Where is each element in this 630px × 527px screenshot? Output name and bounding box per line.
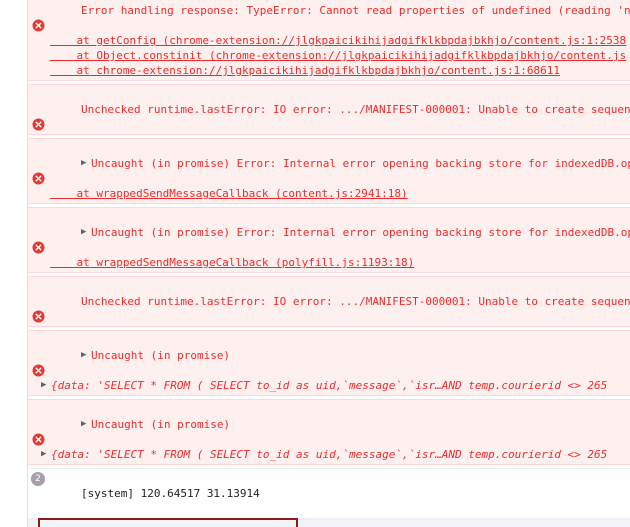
console-message-header: 2 [system] 120.64517 31.13914 (28, 471, 630, 516)
console-message-text: Uncaught (in promise) (90, 418, 231, 431)
console-message-error[interactable]: Error handling response: TypeError: Cann… (28, 0, 630, 81)
console-stack-line: at wrappedSendMessageCallback (content.j… (28, 186, 630, 201)
console-message-text: Error handling response: TypeError: Cann… (80, 4, 630, 17)
console-message-log[interactable]: [system] Wan1Chat 已关闭! (28, 519, 630, 527)
error-circle-icon (32, 334, 45, 377)
console-message-error[interactable]: Unchecked runtime.lastError: IO error: .… (28, 84, 630, 135)
console-message-header: ▶ Uncaught (in promise) Error: Internal e… (28, 210, 630, 255)
error-circle-icon (32, 211, 45, 254)
console-message-text: Unchecked runtime.lastError: IO error: .… (80, 295, 630, 308)
console-message-header: ▶ Uncaught (in promise) Error: Internal e… (28, 141, 630, 186)
console-message-header: Unchecked runtime.lastError: IO error: .… (28, 87, 630, 132)
error-circle-icon (32, 280, 45, 323)
console-stack-line: at chrome-extension://jlgkpaicikihijadgi… (28, 63, 630, 78)
console-stack-link[interactable]: at getConfig (chrome-extension://jlgkpai… (50, 34, 626, 47)
console-stack-line: at wrappedSendMessageCallback (polyfill.… (28, 255, 630, 270)
console-message-text: Uncaught (in promise) Error: Internal er… (90, 157, 630, 170)
error-circle-icon (32, 0, 45, 32)
console-message-list[interactable]: Error handling response: TypeError: Cann… (28, 0, 630, 527)
console-object-line[interactable]: ▶ {data: 'SELECT * FROM ( SELECT to_id as… (28, 447, 630, 462)
console-message-error[interactable]: ▶ Uncaught (in promise) ▶ {data: 'SELECT *… (28, 330, 630, 396)
console-message-text: Unchecked runtime.lastError: IO error: .… (80, 103, 630, 116)
console-object-preview: {data: 'SELECT * FROM ( SELECT to_id as … (51, 448, 608, 461)
console-stack-link[interactable]: at wrappedSendMessageCallback (polyfill.… (50, 256, 414, 269)
console-message-error[interactable]: ▶ Uncaught (in promise) ▶ {data: 'SELECT *… (28, 399, 630, 465)
console-stack-link[interactable]: at wrappedSendMessageCallback (content.j… (50, 187, 407, 200)
console-message-header: Error handling response: TypeError: Cann… (28, 0, 630, 33)
devtools-console-panel[interactable]: Error handling response: TypeError: Cann… (0, 0, 630, 527)
console-message-header: [system] Wan1Chat 已关闭! (28, 522, 630, 527)
console-object-line[interactable]: ▶ {data: 'SELECT * FROM ( SELECT to_id as… (28, 378, 630, 393)
console-message-header: ▶ Uncaught (in promise) (28, 402, 630, 447)
repeat-count-badge: 2 (31, 472, 45, 486)
console-stack-line: at Object.constinit (chrome-extension://… (28, 48, 630, 63)
console-message-error[interactable]: Unchecked runtime.lastError: IO error: .… (28, 276, 630, 327)
error-circle-icon (32, 88, 45, 131)
console-message-header: Unchecked runtime.lastError: IO error: .… (28, 279, 630, 324)
console-stack-line: at getConfig (chrome-extension://jlgkpai… (28, 33, 630, 48)
console-message-log[interactable]: 2 [system] 120.64517 31.13914 (28, 468, 630, 519)
console-stack-link[interactable]: at Object.constinit (chrome-extension://… (50, 49, 626, 62)
console-message-header: ▶ Uncaught (in promise) (28, 333, 630, 378)
error-circle-icon (32, 403, 45, 446)
console-gutter-rule (27, 0, 28, 527)
console-message-error[interactable]: ▶ Uncaught (in promise) Error: Internal e… (28, 138, 630, 204)
console-message-error[interactable]: ▶ Uncaught (in promise) Error: Internal e… (28, 207, 630, 273)
console-message-text: Uncaught (in promise) Error: Internal er… (90, 226, 630, 239)
console-message-text: Uncaught (in promise) (90, 349, 231, 362)
console-message-text: [system] 120.64517 31.13914 (80, 487, 260, 500)
console-stack-link[interactable]: at chrome-extension://jlgkpaicikihijadgi… (50, 64, 559, 77)
console-object-preview: {data: 'SELECT * FROM ( SELECT to_id as … (51, 379, 608, 392)
console-left-gutter (0, 0, 27, 527)
error-circle-icon (32, 142, 45, 185)
